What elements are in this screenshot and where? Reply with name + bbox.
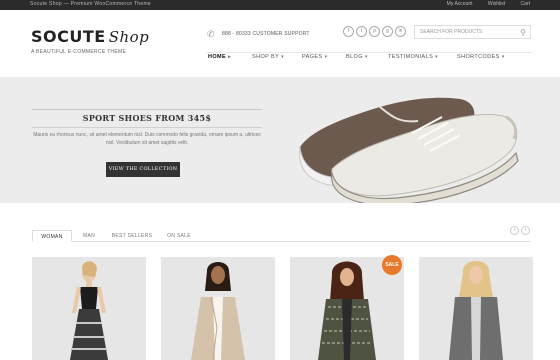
top-bar: Socute Shop — Premium WooCommerce Theme …	[0, 0, 560, 10]
nav-label: SHOP BY	[252, 54, 280, 60]
search-input[interactable]: SEARCH FOR PRODUCTS ⚲	[414, 25, 531, 39]
search-placeholder: SEARCH FOR PRODUCTS	[420, 29, 483, 35]
nav-label: PAGES	[302, 54, 323, 60]
nav-item-shop-by[interactable]: SHOP BY ▾	[252, 54, 284, 60]
hero-title: SPORT SHOES FROM 345$	[82, 113, 212, 123]
hero-description: Mauris eu rhoncus nunc, sit amet element…	[33, 132, 261, 146]
my-account-link[interactable]: My Account	[447, 1, 473, 7]
top-bar-text: Socute Shop — Premium WooCommerce Theme	[30, 1, 152, 7]
nav-label: TESTIMONIALS	[388, 54, 434, 60]
linkedin-icon[interactable]: in	[395, 26, 406, 37]
tab-on-sale[interactable]: ON SALE	[162, 230, 196, 242]
tab-woman[interactable]: WOMAN	[32, 230, 72, 242]
hero-banner: SPORT SHOES FROM 345$ Mauris eu rhoncus …	[0, 77, 560, 203]
chevron-down-icon: ▾	[501, 54, 505, 60]
chevron-left-icon[interactable]: ‹	[510, 226, 519, 235]
nav-item-home[interactable]: HOME ▸	[208, 54, 231, 60]
product-card[interactable]	[419, 257, 533, 360]
product-image	[419, 257, 533, 360]
site-logo[interactable]: SOCUTE Shop	[31, 27, 149, 46]
logo-script: Shop	[108, 28, 150, 46]
sale-badge: SALE	[382, 255, 402, 275]
pinterest-icon[interactable]: p	[369, 26, 380, 37]
tab-best-sellers[interactable]: BEST SELLERS	[108, 230, 156, 242]
chevron-right-icon[interactable]: ›	[521, 226, 530, 235]
product-image	[32, 257, 146, 360]
chevron-down-icon: ▾	[364, 54, 368, 60]
product-image	[161, 257, 275, 360]
carousel-arrows: ‹ ›	[510, 226, 532, 235]
wishlist-link[interactable]: Wishlist	[488, 1, 505, 7]
search-icon[interactable]: ⚲	[520, 27, 526, 39]
main-nav: HOME ▸ SHOP BY ▾ PAGES ▾ BLOG ▾ TESTIMONIALS…	[206, 52, 532, 60]
chevron-down-icon: ▾	[281, 54, 285, 60]
nav-label: HOME	[208, 54, 227, 60]
phone-icon: ✆	[207, 29, 215, 39]
tabs-divider	[32, 241, 530, 242]
divider	[32, 109, 262, 110]
nav-item-blog[interactable]: BLOG ▾	[346, 54, 368, 60]
caret-right-icon: ▸	[228, 54, 232, 60]
chevron-down-icon: ▾	[324, 54, 328, 60]
chevron-down-icon: ▾	[435, 54, 439, 60]
nav-label: SHORTCODES	[457, 54, 500, 60]
nav-item-pages[interactable]: PAGES ▾	[302, 54, 327, 60]
support-phone: 888 - 80333 CUSTOMER SUPPORT	[222, 31, 310, 37]
cart-link[interactable]: Cart	[521, 1, 530, 7]
tagline: A BEAUTIFUL E-COMMERCE THEME	[31, 49, 127, 55]
nav-item-shortcodes[interactable]: SHORTCODES ▾	[457, 54, 505, 60]
nav-item-testimonials[interactable]: TESTIMONIALS ▾	[388, 54, 438, 60]
google-plus-icon[interactable]: g	[382, 26, 393, 37]
social-links: f t p g in	[343, 26, 408, 37]
header: SOCUTE Shop A BEAUTIFUL E-COMMERCE THEME …	[0, 10, 560, 76]
view-collection-button[interactable]: VIEW THE COLLECTION	[106, 162, 180, 177]
tab-man[interactable]: MAN	[76, 230, 102, 242]
top-bar-links: My Account Wishlist Cart	[433, 1, 530, 7]
nav-label: BLOG	[346, 54, 363, 60]
product-card[interactable]	[161, 257, 275, 360]
divider	[32, 127, 262, 128]
product-card[interactable]	[32, 257, 146, 360]
logo-main: SOCUTE	[31, 27, 106, 46]
twitter-icon[interactable]: t	[356, 26, 367, 37]
facebook-icon[interactable]: f	[343, 26, 354, 37]
sneakers-image	[299, 97, 519, 203]
